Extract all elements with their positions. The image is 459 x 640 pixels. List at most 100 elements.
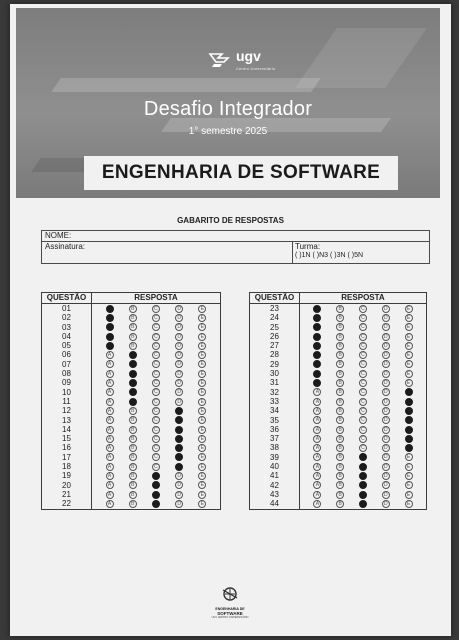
answer-bubble-b[interactable]: B: [128, 406, 137, 415]
answer-bubble-c[interactable]: C: [151, 406, 160, 415]
answer-bubble-b[interactable]: B: [128, 453, 137, 462]
answer-bubble-b[interactable]: B: [128, 304, 137, 313]
answer-bubble-d[interactable]: D: [381, 481, 390, 490]
answer-bubble-c[interactable]: C: [151, 351, 160, 360]
answer-bubble-e[interactable]: E: [198, 499, 207, 508]
answer-bubble-a[interactable]: A: [313, 499, 322, 508]
answer-bubble-e[interactable]: E: [198, 397, 207, 406]
answer-bubble-d[interactable]: D: [381, 444, 390, 453]
answer-bubble-b[interactable]: B: [336, 360, 345, 369]
answer-bubble-c[interactable]: C: [151, 425, 160, 434]
answer-bubble-c[interactable]: C: [151, 313, 160, 322]
answer-bubble-b[interactable]: B: [336, 323, 345, 332]
answer-bubble-e[interactable]: E: [198, 416, 207, 425]
answer-bubble-e[interactable]: E: [198, 323, 207, 332]
answer-bubble-b[interactable]: B: [336, 304, 345, 313]
answer-bubble-e[interactable]: E: [198, 434, 207, 443]
answer-bubble-c[interactable]: C: [358, 406, 367, 415]
answer-bubble-b[interactable]: B: [128, 425, 137, 434]
answer-bubble-e[interactable]: E: [198, 369, 207, 378]
answer-bubble-d[interactable]: D: [175, 313, 184, 322]
answer-bubble-c[interactable]: C: [151, 379, 160, 388]
answer-bubble-a[interactable]: A: [105, 434, 114, 443]
answer-bubble-c[interactable]: C: [151, 304, 160, 313]
answer-bubble-e[interactable]: E: [404, 471, 413, 480]
answer-bubble-c[interactable]: C: [151, 471, 160, 480]
answer-bubble-e[interactable]: E: [404, 453, 413, 462]
answer-bubble-a[interactable]: A: [105, 453, 114, 462]
answer-bubble-e[interactable]: E: [404, 313, 413, 322]
name-field[interactable]: NOME:: [42, 231, 429, 242]
answer-bubble-e[interactable]: E: [404, 379, 413, 388]
answer-bubble-a[interactable]: A: [105, 416, 114, 425]
answer-bubble-c[interactable]: C: [151, 332, 160, 341]
answer-bubble-b[interactable]: B: [128, 416, 137, 425]
answer-bubble-d[interactable]: D: [381, 341, 390, 350]
answer-bubble-a[interactable]: A: [313, 388, 322, 397]
answer-bubble-b[interactable]: B: [128, 332, 137, 341]
answer-bubble-a[interactable]: A: [105, 369, 114, 378]
answer-bubble-a[interactable]: A: [313, 397, 322, 406]
answer-bubble-e[interactable]: E: [404, 490, 413, 499]
answer-bubble-e[interactable]: E: [404, 462, 413, 471]
answer-bubble-a[interactable]: A: [313, 360, 322, 369]
answer-bubble-e[interactable]: E: [404, 351, 413, 360]
signature-field[interactable]: Assinatura:: [42, 242, 292, 264]
answer-bubble-d[interactable]: D: [175, 351, 184, 360]
answer-bubble-e[interactable]: E: [404, 425, 413, 434]
class-options[interactable]: ( )1N ( )N3 ( )3N ( )5N: [295, 251, 430, 260]
answer-bubble-d[interactable]: D: [175, 397, 184, 406]
answer-bubble-d[interactable]: D: [381, 490, 390, 499]
answer-bubble-b[interactable]: B: [128, 388, 137, 397]
answer-bubble-b[interactable]: B: [336, 499, 345, 508]
answer-bubble-b[interactable]: B: [336, 481, 345, 490]
answer-bubble-a[interactable]: A: [313, 425, 322, 434]
answer-bubble-a[interactable]: A: [313, 490, 322, 499]
answer-bubble-c[interactable]: C: [151, 388, 160, 397]
answer-bubble-d[interactable]: D: [175, 304, 184, 313]
answer-bubble-d[interactable]: D: [381, 406, 390, 415]
answer-bubble-a[interactable]: A: [313, 323, 322, 332]
answer-bubble-c[interactable]: C: [151, 444, 160, 453]
answer-bubble-b[interactable]: B: [128, 379, 137, 388]
class-field[interactable]: Turma: ( )1N ( )N3 ( )3N ( )5N: [292, 242, 430, 264]
answer-bubble-a[interactable]: A: [313, 304, 322, 313]
answer-bubble-d[interactable]: D: [175, 471, 184, 480]
answer-bubble-a[interactable]: A: [105, 388, 114, 397]
answer-bubble-b[interactable]: B: [128, 434, 137, 443]
answer-bubble-e[interactable]: E: [404, 341, 413, 350]
answer-bubble-c[interactable]: C: [151, 434, 160, 443]
answer-bubble-d[interactable]: D: [381, 388, 390, 397]
answer-bubble-b[interactable]: B: [128, 471, 137, 480]
answer-bubble-d[interactable]: D: [175, 462, 184, 471]
answer-bubble-a[interactable]: A: [105, 304, 114, 313]
answer-bubble-d[interactable]: D: [175, 332, 184, 341]
answer-bubble-b[interactable]: B: [128, 444, 137, 453]
answer-bubble-d[interactable]: D: [175, 453, 184, 462]
answer-bubble-c[interactable]: C: [151, 341, 160, 350]
answer-bubble-c[interactable]: C: [358, 332, 367, 341]
answer-bubble-b[interactable]: B: [336, 462, 345, 471]
answer-bubble-d[interactable]: D: [381, 351, 390, 360]
answer-bubble-b[interactable]: B: [336, 313, 345, 322]
answer-bubble-a[interactable]: A: [105, 462, 114, 471]
answer-bubble-d[interactable]: D: [381, 313, 390, 322]
answer-bubble-e[interactable]: E: [198, 351, 207, 360]
answer-bubble-d[interactable]: D: [175, 388, 184, 397]
answer-bubble-b[interactable]: B: [336, 471, 345, 480]
answer-bubble-a[interactable]: A: [105, 471, 114, 480]
answer-bubble-e[interactable]: E: [404, 360, 413, 369]
answer-bubble-c[interactable]: C: [358, 453, 367, 462]
answer-bubble-c[interactable]: C: [358, 490, 367, 499]
answer-bubble-e[interactable]: E: [404, 481, 413, 490]
answer-bubble-c[interactable]: C: [358, 471, 367, 480]
answer-bubble-a[interactable]: A: [313, 379, 322, 388]
answer-bubble-c[interactable]: C: [151, 481, 160, 490]
answer-bubble-c[interactable]: C: [358, 341, 367, 350]
answer-bubble-a[interactable]: A: [105, 490, 114, 499]
answer-bubble-e[interactable]: E: [404, 397, 413, 406]
answer-bubble-b[interactable]: B: [128, 481, 137, 490]
answer-bubble-b[interactable]: B: [336, 379, 345, 388]
answer-bubble-e[interactable]: E: [198, 453, 207, 462]
answer-bubble-a[interactable]: A: [313, 351, 322, 360]
